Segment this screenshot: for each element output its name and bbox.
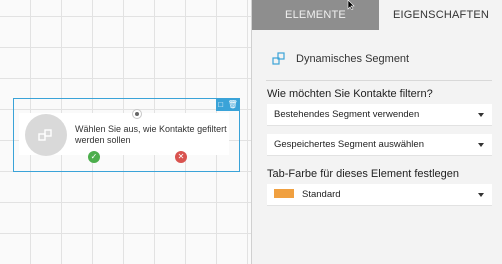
tab-eigenschaften[interactable]: EIGENSCHAFTEN bbox=[379, 0, 502, 30]
section-header: Dynamisches Segment bbox=[272, 52, 409, 66]
filter-type-select[interactable]: Bestehendes Segment verwenden bbox=[267, 104, 492, 126]
filter-type-value: Bestehendes Segment verwenden bbox=[274, 109, 420, 120]
trash-icon[interactable]: 🗑 bbox=[228, 99, 238, 111]
no-connector-close-icon[interactable]: ✕ bbox=[175, 151, 187, 163]
color-swatch bbox=[274, 189, 294, 198]
tab-color-select[interactable]: Standard bbox=[267, 184, 492, 206]
properties-panel: ELEMENTE EIGENSCHAFTEN Dynamisches Segme… bbox=[251, 0, 502, 264]
chevron-down-icon bbox=[478, 113, 484, 117]
color-label: Tab-Farbe für dieses Element festlegen bbox=[267, 168, 459, 180]
segment-node-text: Wählen Sie aus, wie Kontakte gefiltert w… bbox=[75, 124, 227, 145]
tab-elemente[interactable]: ELEMENTE bbox=[252, 0, 379, 30]
node-input-connector[interactable] bbox=[132, 109, 142, 119]
segment-node-icon bbox=[25, 114, 67, 156]
panel-tabs: ELEMENTE EIGENSCHAFTEN bbox=[252, 0, 502, 30]
segment-icon bbox=[38, 129, 52, 141]
document-icon[interactable]: □ bbox=[218, 99, 223, 111]
mouse-cursor-icon bbox=[347, 0, 355, 10]
section-title: Dynamisches Segment bbox=[296, 53, 410, 65]
saved-segment-select[interactable]: Gespeichertes Segment auswählen bbox=[267, 134, 492, 156]
yes-connector-check-icon[interactable]: ✓ bbox=[88, 151, 100, 163]
saved-segment-value: Gespeichertes Segment auswählen bbox=[274, 139, 424, 150]
tab-color-value: Standard bbox=[302, 189, 341, 200]
segment-icon bbox=[272, 52, 285, 65]
divider bbox=[266, 80, 492, 81]
chevron-down-icon bbox=[478, 143, 484, 147]
filter-label: Wie möchten Sie Kontakte filtern? bbox=[267, 88, 433, 100]
node-toolbar: □ 🗑 bbox=[216, 99, 240, 111]
chevron-down-icon bbox=[478, 193, 484, 197]
